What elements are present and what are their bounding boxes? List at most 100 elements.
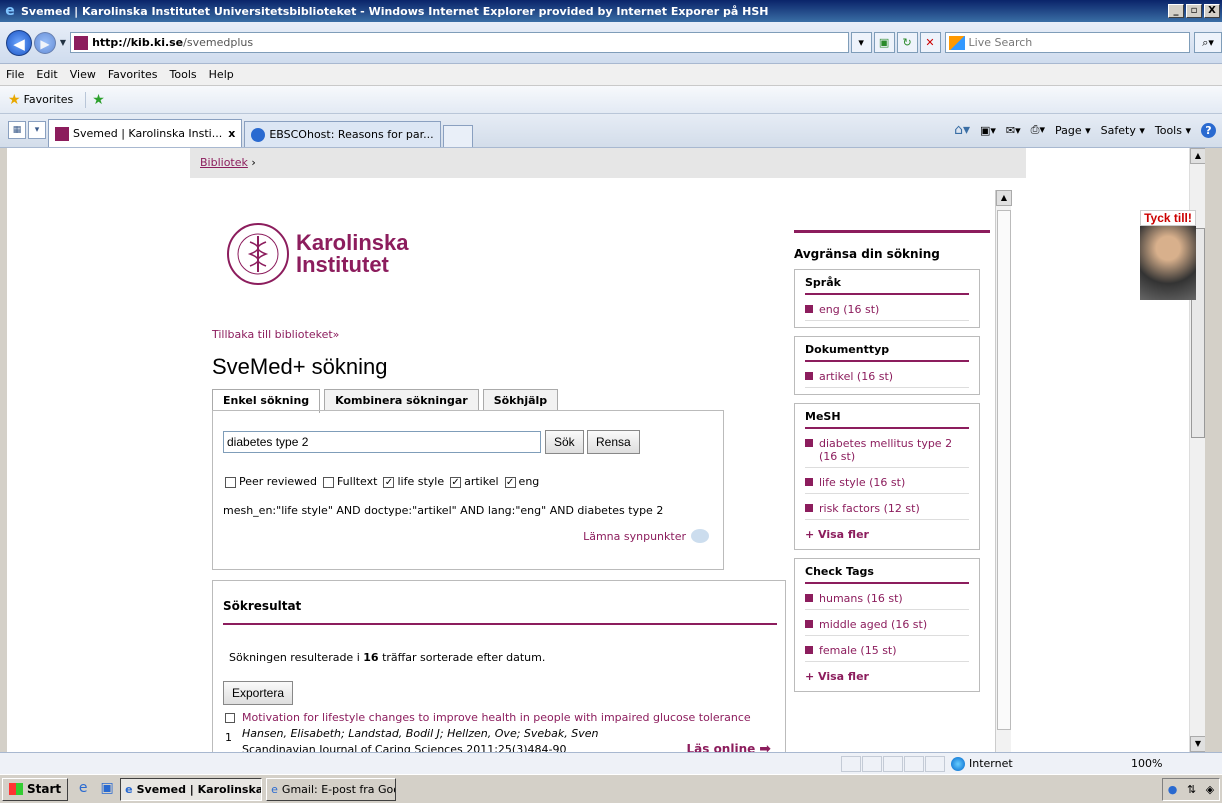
compatibility-view-icon[interactable]: ▣ [873,32,895,53]
task-svemed[interactable]: e Svemed | Karolinska ... [120,777,263,801]
query-input[interactable] [223,431,541,453]
tab-sokhjalp[interactable]: Sökhjälp [482,389,559,411]
facet-item[interactable]: diabetes mellitus type 2 (16 st) [805,429,969,468]
menu-favorites[interactable]: Favorites [108,68,158,81]
facet-item[interactable]: middle aged (16 st) [805,610,969,636]
menu-view[interactable]: View [70,68,96,81]
url-host: http://kib.ki.se [92,36,184,49]
facet-link[interactable]: female (15 st) [819,644,897,657]
close-tab-icon[interactable]: x [228,127,235,140]
show-more-link[interactable]: + Visa fler [805,662,969,685]
favorites-button[interactable]: Favorites [24,93,74,106]
facet-item[interactable]: eng (16 st) [805,295,969,321]
minimize-button[interactable]: _ [1168,4,1184,18]
back-to-library-link[interactable]: Tillbaka till biblioteket» [212,328,339,341]
tab-kombinera-sokningar[interactable]: Kombinera sökningar [324,389,479,411]
bullet-arrow-icon [805,646,813,654]
facet-item[interactable]: humans (16 st) [805,584,969,610]
facet-link[interactable]: artikel (16 st) [819,370,893,383]
new-tab-button[interactable] [442,125,473,147]
facet-link[interactable]: risk factors (12 st) [819,502,920,515]
facet-item[interactable]: female (15 st) [805,636,969,662]
search-go-button[interactable]: ⌕▾ [1194,32,1222,53]
peer-reviewed-checkbox[interactable] [225,477,236,488]
quicklaunch-ie-icon[interactable]: e [74,780,92,798]
facet-link[interactable]: eng (16 st) [819,303,879,316]
feedback-link[interactable]: Lämna synpunkter [583,529,709,543]
frame-scrollbar[interactable]: ▲ [995,190,1012,752]
facet-item[interactable]: artikel (16 st) [805,362,969,388]
page-menu[interactable]: Page ▾ [1055,124,1091,137]
artikel-checkbox[interactable]: ✓ [450,477,462,488]
result-title-link[interactable]: Motivation for lifestyle changes to impr… [242,711,751,724]
start-button[interactable]: Start [2,777,69,801]
sidebar-divider [794,230,990,233]
result-checkbox[interactable] [225,713,235,723]
facet-link[interactable]: diabetes mellitus type 2 (16 st) [819,437,969,463]
show-more-link[interactable]: + Visa fler [805,520,969,543]
search-button[interactable]: Sök [545,430,584,454]
tools-menu[interactable]: Tools ▾ [1155,124,1191,137]
facet-item[interactable]: life style (16 st) [805,468,969,494]
facet-item[interactable]: risk factors (12 st) [805,494,969,520]
facet-link[interactable]: humans (16 st) [819,592,903,605]
tab-ebscohost[interactable]: EBSCOhost: Reasons for par... [244,121,441,147]
tab-svemed[interactable]: Svemed | Karolinska Insti... x [48,119,243,147]
back-button[interactable]: ◀ [6,29,32,56]
globe-icon [951,756,965,771]
read-online-link[interactable]: Läs online ➡ [687,741,772,752]
network-tray-icon[interactable]: ⇅ [1187,783,1196,796]
security-zone[interactable]: Internet [951,756,1101,771]
help-icon[interactable]: ? [1201,122,1216,138]
stop-icon[interactable]: ✕ [919,32,941,53]
maximize-button[interactable]: ▫ [1186,4,1202,18]
menu-help[interactable]: Help [209,68,234,81]
clear-button[interactable]: Rensa [587,430,640,454]
address-dropdown-button[interactable]: ▾ [850,32,872,53]
task-gmail[interactable]: e Gmail: E-post fra Google ... [266,777,397,801]
print-icon[interactable]: ⎙▾ [1031,123,1045,137]
facet-document-type: Dokumenttyp artikel (16 st) [794,336,980,395]
refresh-icon[interactable]: ↻ [896,32,918,53]
scroll-up-icon[interactable]: ▲ [1190,148,1205,164]
results-summary: Sökningen resulterade i 16 träffar sorte… [229,651,545,664]
add-favorite-icon[interactable]: ★ [85,91,105,108]
export-button[interactable]: Exportera [223,681,294,705]
life-style-label: life style [397,475,445,488]
security-tray-icon[interactable]: ◈ [1206,783,1214,796]
ki-logo[interactable]: Karolinska Institutet [226,222,409,286]
address-field[interactable]: http://kib.ki.se /svemedplus [70,32,849,53]
artikel-label: artikel [464,475,499,488]
scroll-thumb[interactable] [997,210,1011,730]
feeds-icon[interactable]: ▣▾ [980,124,996,137]
quick-tabs-icon[interactable]: ▦ [8,121,26,139]
live-search-input[interactable]: Live Search [944,32,1191,53]
menu-file[interactable]: File [6,68,24,81]
forward-button[interactable]: ▶ [33,31,56,54]
facet-link[interactable]: life style (16 st) [819,476,905,489]
fulltext-checkbox[interactable] [322,477,334,488]
mail-icon[interactable]: ✉▾ [1006,124,1021,137]
help-tray-icon[interactable]: ● [1168,783,1178,796]
close-window-button[interactable]: X [1204,4,1220,18]
home-icon[interactable]: ⌂▾ [954,122,970,138]
windows-logo-icon [9,783,23,795]
bullet-arrow-icon [805,620,813,628]
scroll-up-icon[interactable]: ▲ [996,190,1012,206]
tab-list-icon[interactable]: ▾ [28,121,46,139]
menu-tools[interactable]: Tools [170,68,197,81]
tyck-till-widget[interactable]: Tyck till! [1140,210,1196,304]
facet-mesh: MeSH diabetes mellitus type 2 (16 st) li… [794,403,980,550]
eng-checkbox[interactable]: ✓ [504,477,516,488]
quicklaunch-desktop-icon[interactable]: ▣ [98,780,116,798]
result-authors: Hansen, Elisabeth; Landstad, Bodil J; He… [242,727,599,740]
scroll-down-icon[interactable]: ▼ [1190,736,1205,752]
facet-link[interactable]: middle aged (16 st) [819,618,927,631]
menu-edit[interactable]: Edit [36,68,57,81]
window-title-bar[interactable]: e Svemed | Karolinska Institutet Univers… [0,0,1222,22]
history-dropdown-icon[interactable]: ▼ [60,38,66,47]
safety-menu[interactable]: Safety ▾ [1101,124,1145,137]
life-style-checkbox[interactable]: ✓ [383,477,395,488]
breadcrumb-bibliotek-link[interactable]: Bibliotek [200,156,248,169]
zoom-level[interactable]: 100% [1131,757,1162,770]
